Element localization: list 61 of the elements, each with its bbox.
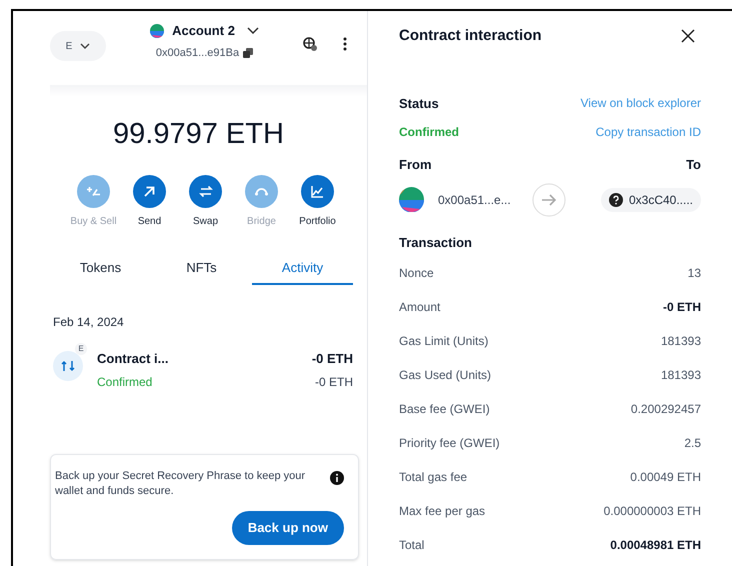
activity-status: Confirmed xyxy=(97,374,154,390)
status-value: Confirmed xyxy=(399,124,459,141)
info-icon xyxy=(330,471,344,485)
row-value: 181393 xyxy=(660,333,701,350)
section-label: Transaction xyxy=(399,234,473,252)
section-label: Status xyxy=(399,94,439,112)
action-button[interactable]: Portfolio xyxy=(294,175,342,229)
activity-title: Contract i... xyxy=(97,350,170,368)
chevron-icon xyxy=(246,27,259,34)
portfolio-icon xyxy=(311,185,324,198)
row-label: Amount xyxy=(399,299,440,316)
chevron-icon xyxy=(80,43,90,49)
activity-amount: -0 ETH xyxy=(312,350,353,368)
swap-icon xyxy=(61,359,75,373)
activity-fiat: -0 ETH xyxy=(314,374,353,390)
dialog-title: Contract interaction xyxy=(399,26,542,46)
row-label: Gas Limit (Units) xyxy=(399,333,488,350)
row-value: 0.00048981 ETH xyxy=(610,537,701,554)
buy-sell-icon xyxy=(86,186,101,197)
date-heading: Feb 14, 2024 xyxy=(53,314,125,331)
row-label: Total xyxy=(399,537,424,554)
row-label: Gas Used (Units) xyxy=(399,367,492,384)
row-label: Total gas fee xyxy=(399,469,468,486)
balance-amount: 99.9797 ETH xyxy=(113,117,284,152)
row-label: Priority fee (GWEI) xyxy=(399,435,500,452)
section-label: To xyxy=(686,156,701,174)
avatar-icon xyxy=(399,187,424,212)
bridge-icon xyxy=(255,187,268,196)
account-address: 0x00a51...e91Ba xyxy=(156,46,240,60)
avatar-icon xyxy=(150,24,164,38)
from-address: 0x00a51...e... xyxy=(438,192,512,208)
row-value: 13 xyxy=(688,265,701,282)
row-value: 0.00049 ETH xyxy=(630,469,701,486)
copy-icon[interactable] xyxy=(243,48,254,58)
backup-message: Back up your Secret Recovery Phrase to keep your wallet and funds secure. xyxy=(55,469,306,499)
row-value: -0 ETH xyxy=(662,299,701,316)
row-value: 2.5 xyxy=(684,435,701,452)
more-menu-icon[interactable] xyxy=(343,37,347,51)
row-value: 181393 xyxy=(660,367,701,384)
tab[interactable]: Tokens xyxy=(50,253,151,285)
question-icon xyxy=(608,192,623,206)
action-button[interactable]: Send xyxy=(126,175,174,229)
backup-button[interactable]: Back up now xyxy=(232,511,344,545)
account-picker[interactable]: Account 2 xyxy=(150,21,259,40)
network-picker[interactable]: E xyxy=(50,31,106,61)
section-label: From xyxy=(399,156,432,174)
to-address: 0x3cC40..... xyxy=(600,188,701,212)
globe-icon[interactable] xyxy=(303,37,317,51)
tab[interactable]: NFTs xyxy=(151,253,252,285)
swap-icon xyxy=(198,185,212,198)
activity-item[interactable]: E Contract i... Confirmed -0 ETH -0 ETH xyxy=(53,339,353,390)
network-badge: E xyxy=(75,343,87,355)
action-button[interactable]: Swap xyxy=(182,175,230,229)
close-icon[interactable] xyxy=(681,29,695,44)
tab[interactable]: Activity xyxy=(252,253,353,285)
row-label: Base fee (GWEI) xyxy=(399,401,490,418)
row-label: Nonce xyxy=(399,265,434,282)
row-value: 0.000000003 ETH xyxy=(604,503,701,520)
row-label: Max fee per gas xyxy=(399,503,486,520)
send-icon xyxy=(144,186,155,197)
row-value: 0.200292457 xyxy=(630,401,701,418)
